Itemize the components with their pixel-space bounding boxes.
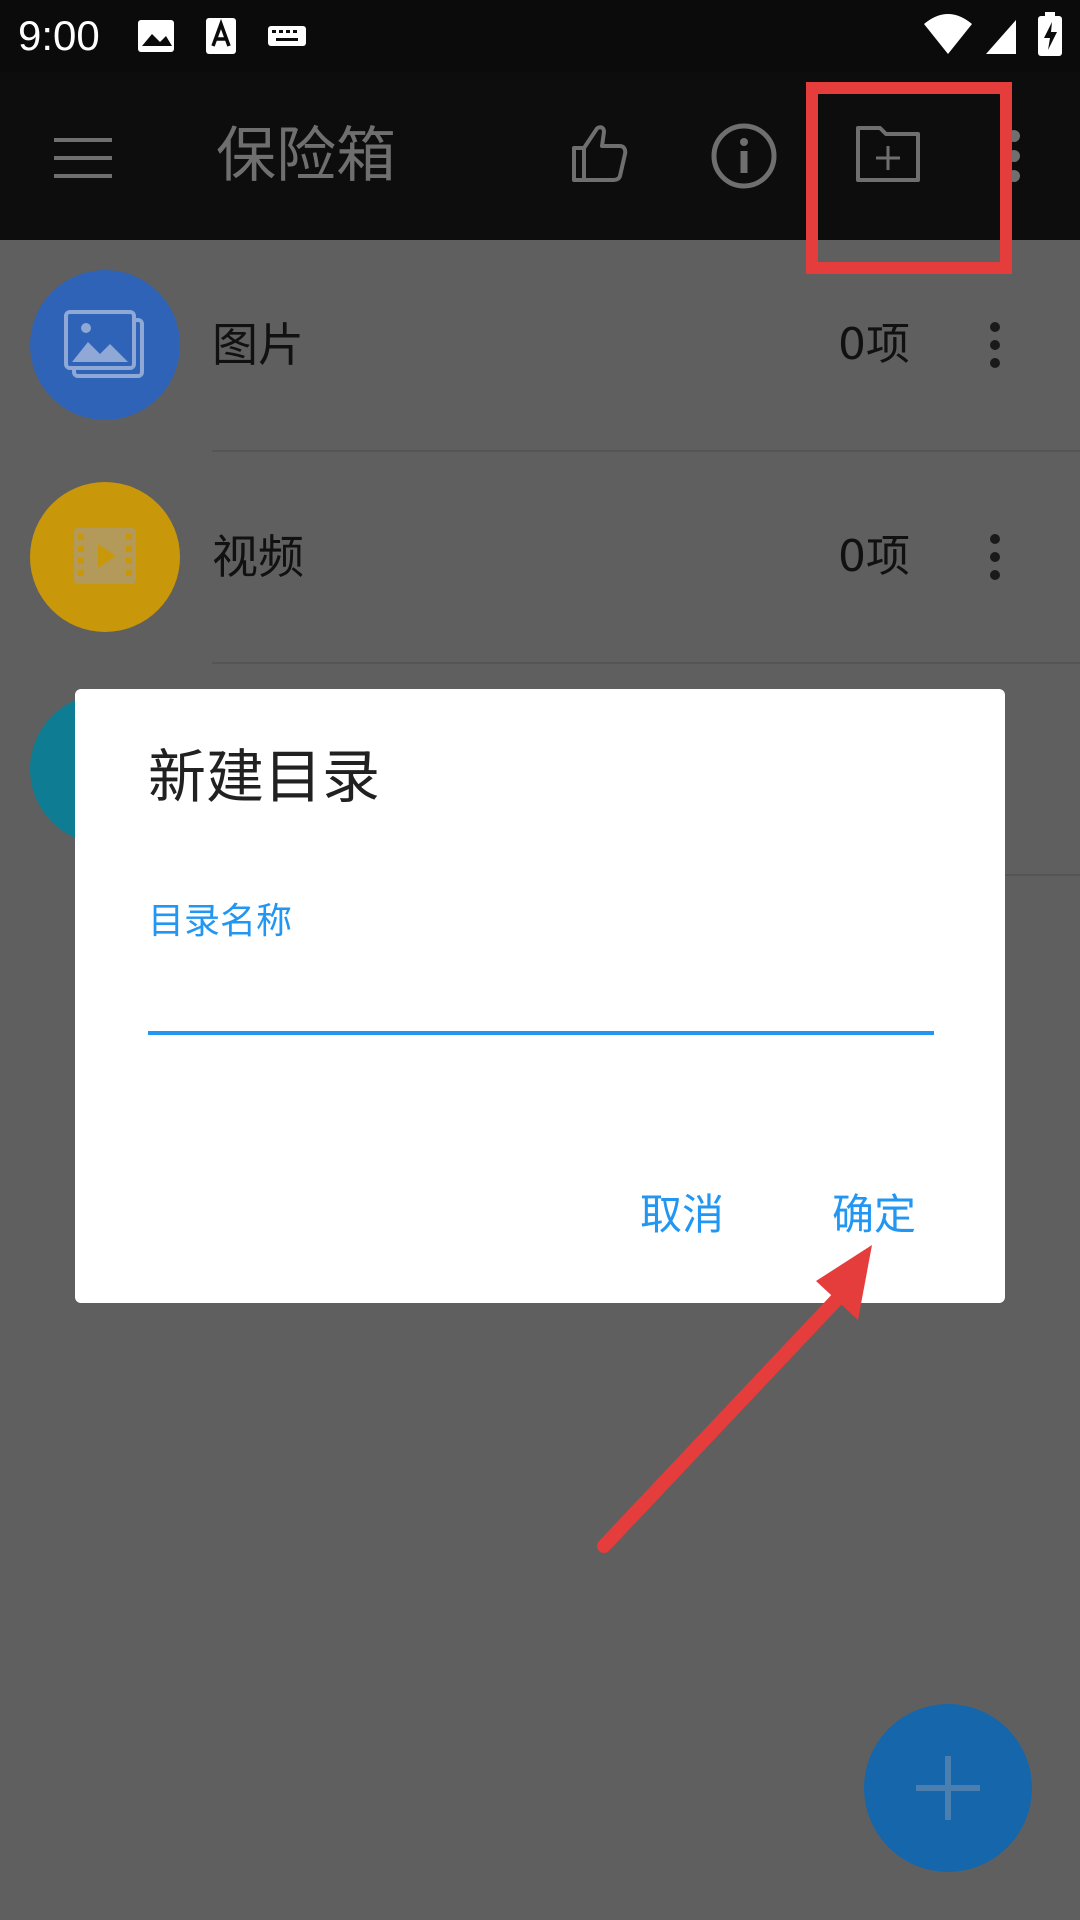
new-directory-dialog: 新建目录 目录名称 取消 确定 bbox=[75, 689, 1005, 1303]
status-time: 9:00 bbox=[18, 12, 100, 59]
text-a-icon bbox=[206, 18, 236, 54]
battery-charging-icon bbox=[1038, 12, 1062, 56]
signal-icon bbox=[986, 20, 1016, 54]
list-item-count: 0项 bbox=[838, 319, 910, 370]
directory-name-label: 目录名称 bbox=[148, 901, 293, 942]
info-icon[interactable] bbox=[694, 72, 794, 240]
cancel-button[interactable]: 取消 bbox=[640, 1187, 724, 1243]
app-bar: 保险箱 bbox=[0, 72, 1080, 240]
more-vertical-icon[interactable] bbox=[975, 315, 1015, 375]
new-folder-icon[interactable] bbox=[838, 72, 938, 240]
list-item-count: 0项 bbox=[838, 531, 910, 582]
list-item-label: 视频 bbox=[212, 530, 304, 584]
image-icon bbox=[64, 310, 144, 378]
list-item-avatar bbox=[30, 270, 180, 420]
add-fab-button[interactable] bbox=[864, 1704, 1032, 1872]
more-vertical-icon[interactable] bbox=[975, 527, 1015, 587]
image-icon bbox=[138, 20, 174, 52]
dialog-title: 新建目录 bbox=[148, 743, 381, 811]
list-item-avatar bbox=[30, 482, 180, 632]
ok-button[interactable]: 确定 bbox=[832, 1187, 916, 1243]
thumbs-up-icon[interactable] bbox=[550, 72, 650, 240]
menu-icon[interactable] bbox=[34, 72, 134, 240]
more-vertical-icon[interactable] bbox=[1000, 72, 1040, 240]
plus-icon bbox=[916, 1756, 980, 1820]
wifi-icon bbox=[924, 14, 972, 54]
list-item-label: 图片 bbox=[212, 318, 304, 372]
video-icon bbox=[74, 528, 136, 584]
list-item[interactable]: 视频 0项 bbox=[0, 452, 1080, 664]
page-title: 保险箱 bbox=[216, 121, 396, 191]
keyboard-icon bbox=[268, 26, 306, 46]
directory-name-input[interactable] bbox=[148, 951, 934, 1035]
list-item[interactable]: 图片 0项 bbox=[0, 240, 1080, 452]
status-bar: 9:00 bbox=[0, 0, 1080, 72]
